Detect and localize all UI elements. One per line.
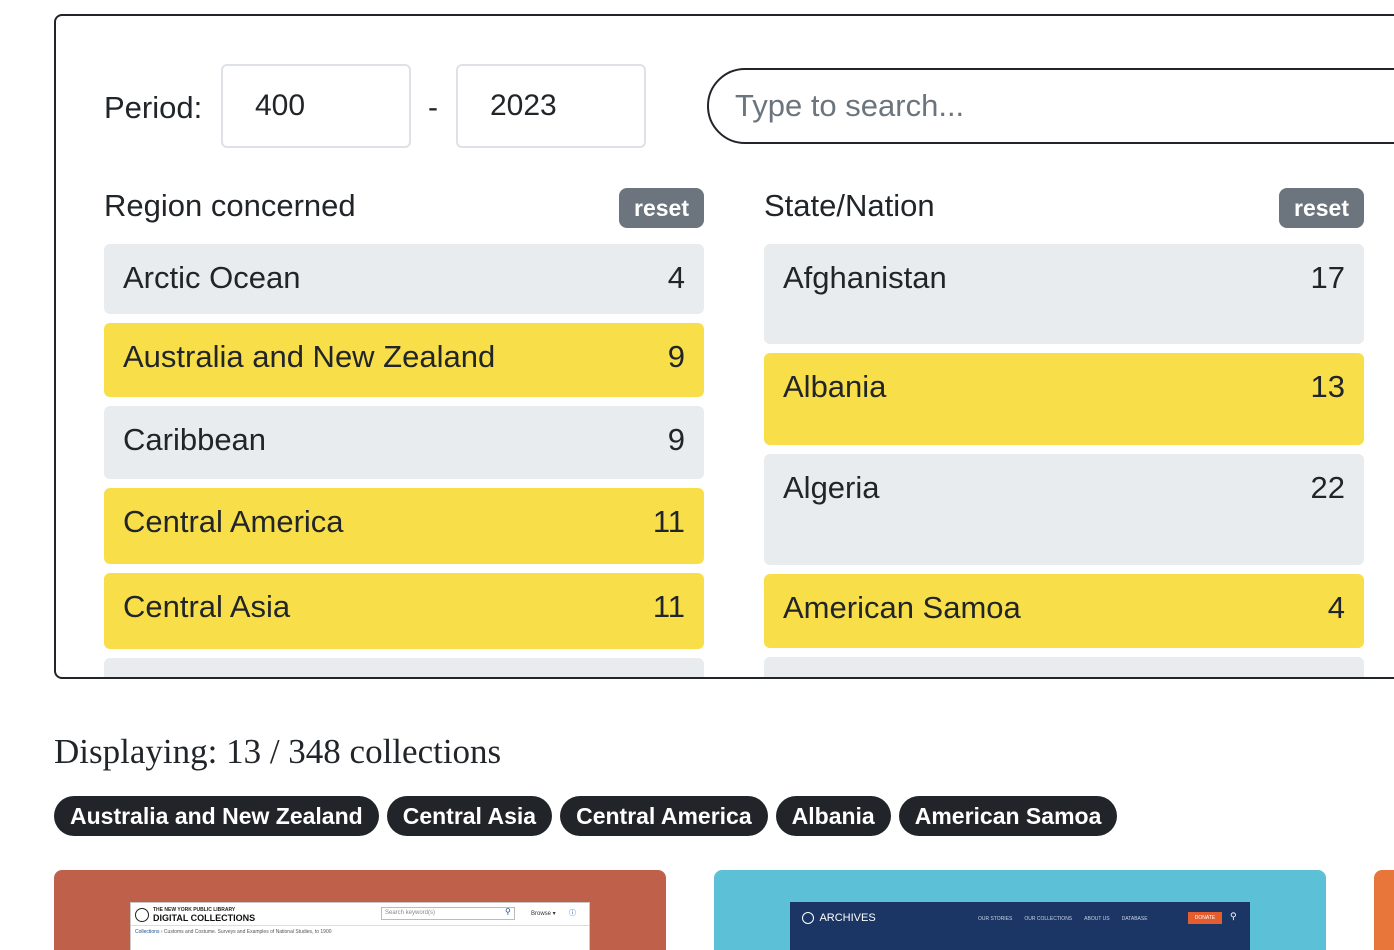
region-item-partial — [104, 658, 704, 677]
period-separator: - — [428, 91, 438, 124]
thumb-nav-item: ABOUT US — [1084, 916, 1110, 922]
facet-state-header: State/Nation reset — [764, 186, 1364, 228]
facet-item-label: Central America — [123, 504, 344, 539]
facet-item-count: 4 — [1327, 590, 1345, 625]
state-item-albania[interactable]: Albania 13 — [764, 353, 1364, 445]
region-list: Arctic Ocean 4 Australia and New Zealand… — [104, 244, 704, 677]
state-item-american-samoa[interactable]: American Samoa 4 — [764, 574, 1364, 648]
facet-item-label: Caribbean — [123, 422, 267, 457]
period-to-input[interactable] — [456, 64, 646, 148]
facet-state: State/Nation reset Afghanistan 17 Albani… — [764, 186, 1364, 677]
facet-item-label: American Samoa — [783, 590, 1021, 625]
active-filter-chips: Australia and New Zealand Central Asia C… — [54, 796, 1118, 836]
collection-card-partial[interactable] — [1374, 870, 1394, 950]
collection-card-archives[interactable]: ARCHIVES OUR STORIES OUR COLLECTIONS ABO… — [714, 870, 1326, 950]
info-icon: ⓘ — [569, 910, 576, 917]
thumb-archives-logo-text: ARCHIVES — [819, 912, 876, 924]
thumb-nav-item: DATABASE — [1121, 916, 1148, 922]
filter-chip-american-samoa[interactable]: American Samoa — [898, 796, 1118, 836]
facet-item-count: 17 — [1310, 260, 1345, 295]
results-count: Displaying: 13 / 348 collections — [54, 732, 502, 771]
filter-chip-central-america[interactable]: Central America — [560, 796, 768, 836]
facet-region-header: Region concerned reset — [104, 186, 704, 228]
region-reset-button[interactable]: reset — [619, 188, 704, 228]
facet-item-count: 22 — [1310, 470, 1345, 505]
region-item-central-america[interactable]: Central America 11 — [104, 488, 704, 564]
search-icon: ⚲ — [505, 907, 511, 916]
facet-item-count: 9 — [667, 339, 685, 374]
thumb-crumb-link: Collections — [135, 929, 160, 935]
region-item-central-asia[interactable]: Central Asia 11 — [104, 573, 704, 649]
region-item-australia-and-new-zealand[interactable]: Australia and New Zealand 9 — [104, 323, 704, 397]
state-item-afghanistan[interactable]: Afghanistan 17 — [764, 244, 1364, 344]
period-label: Period: — [104, 90, 203, 125]
thumb-crumb-text: Customs and Costume. Surveys and Example… — [163, 929, 332, 935]
facet-item-count: 9 — [667, 422, 685, 457]
facet-item-label: Australia and New Zealand — [123, 339, 496, 374]
state-item-algeria[interactable]: Algeria 22 — [764, 454, 1364, 565]
facet-item-count: 11 — [652, 504, 685, 539]
facet-state-title: State/Nation — [764, 188, 935, 223]
facet-region-title: Region concerned — [104, 188, 356, 223]
state-item-partial — [764, 657, 1364, 677]
filter-panel: Period: - Region concerned reset Arctic … — [54, 14, 1394, 679]
nypl-lion-icon — [135, 908, 149, 922]
thumb-breadcrumb: Collections › Customs and Costume. Surve… — [131, 925, 589, 937]
thumb-archives-nav: OUR STORIES OUR COLLECTIONS ABOUT US DAT… — [978, 916, 1148, 922]
facet-item-label: Arctic Ocean — [123, 260, 301, 295]
filter-chip-albania[interactable]: Albania — [775, 796, 891, 836]
thumb-archives-logo: ARCHIVES — [802, 912, 876, 925]
facet-item-label: Afghanistan — [783, 260, 947, 295]
filter-chip-central-asia[interactable]: Central Asia — [386, 796, 553, 836]
facet-item-count: 13 — [1310, 369, 1345, 404]
region-item-caribbean[interactable]: Caribbean 9 — [104, 406, 704, 479]
facet-item-label: Central Asia — [123, 589, 291, 624]
search-icon: ⚲ — [1230, 911, 1237, 921]
filter-chip-australia-and-new-zealand[interactable]: Australia and New Zealand — [54, 796, 379, 836]
facet-item-label: Algeria — [783, 470, 880, 505]
thumb-nav-item: OUR COLLECTIONS — [1024, 916, 1073, 922]
facet-item-count: 11 — [652, 589, 685, 624]
thumb-donate-button: DONATE — [1188, 912, 1222, 924]
state-list: Afghanistan 17 Albania 13 Algeria 22 Ame… — [764, 244, 1364, 677]
facet-item-label: Albania — [783, 369, 887, 404]
facet-item-count: 4 — [667, 260, 685, 295]
collection-card-nypl[interactable]: THE NEW YORK PUBLIC LIBRARY DIGITAL COLL… — [54, 870, 666, 950]
facet-region: Region concerned reset Arctic Ocean 4 Au… — [104, 186, 704, 677]
card-thumbnail-nypl: THE NEW YORK PUBLIC LIBRARY DIGITAL COLL… — [130, 902, 590, 950]
state-reset-button[interactable]: reset — [1279, 188, 1364, 228]
thumb-title: DIGITAL COLLECTIONS — [153, 913, 256, 923]
card-thumbnail-archives: ARCHIVES OUR STORIES OUR COLLECTIONS ABO… — [790, 902, 1250, 950]
period-from-input[interactable] — [221, 64, 411, 148]
thumb-nav-item: OUR STORIES — [978, 916, 1013, 922]
archives-logo-icon — [802, 912, 814, 925]
region-item-arctic-ocean[interactable]: Arctic Ocean 4 — [104, 244, 704, 314]
thumb-search-box: Search keyword(s) — [381, 907, 515, 920]
thumb-browse: Browse ▾ — [531, 911, 556, 917]
search-input[interactable] — [707, 68, 1394, 144]
